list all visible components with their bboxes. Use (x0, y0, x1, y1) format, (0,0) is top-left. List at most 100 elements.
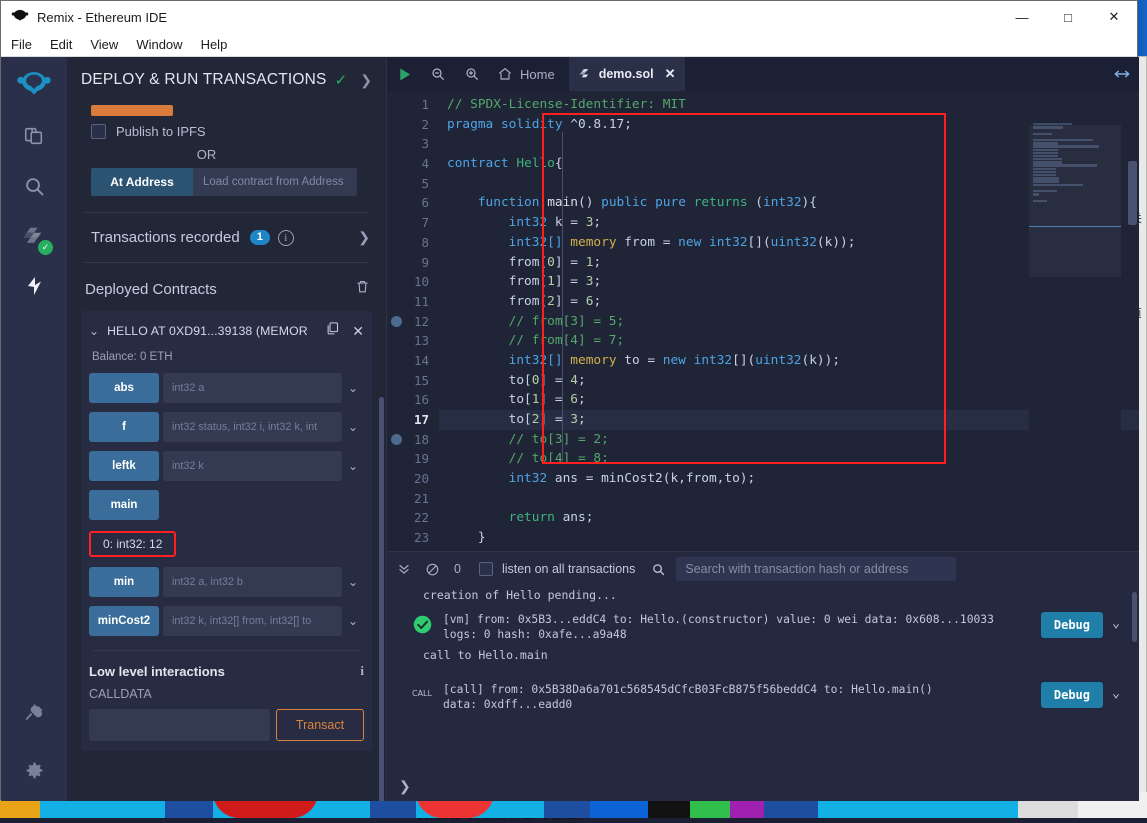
transactions-recorded-row[interactable]: Transactions recorded 1 i ❯ (67, 229, 386, 246)
function-input-abs[interactable]: int32 a (163, 373, 342, 403)
function-input-mincost2[interactable]: int32 k, int32[] from, int32[] to (163, 606, 342, 636)
plugin-manager-icon[interactable] (13, 693, 55, 735)
breakpoint-marker[interactable] (391, 434, 402, 445)
calldata-input[interactable] (89, 709, 270, 741)
line-number-gutter: 1234567891011121314151617181920212223242… (387, 91, 439, 551)
function-input-min[interactable]: int32 a, int32 b (163, 567, 342, 597)
or-separator-label: OR (67, 147, 386, 162)
function-button-main[interactable]: main (89, 490, 159, 520)
minimap-separator (1029, 226, 1121, 227)
horizontal-resize-icon[interactable] (1105, 57, 1139, 91)
solidity-compiler-icon[interactable]: ✓ (13, 215, 55, 257)
debug-button[interactable]: Debug (1041, 612, 1103, 638)
transact-button[interactable]: Transact (276, 709, 364, 741)
line-number: 20 (387, 469, 439, 489)
line-number: 23 (387, 528, 439, 548)
terminal-log: creation of Hello pending... [vm] from: … (387, 586, 1139, 771)
settings-gear-icon[interactable] (13, 749, 55, 791)
function-expand-min-icon[interactable]: ⌄ (342, 567, 364, 597)
function-expand-mincost2-icon[interactable]: ⌄ (342, 606, 364, 636)
copy-icon[interactable] (325, 321, 340, 341)
zoom-out-icon[interactable] (421, 57, 455, 91)
panel-scrollbar[interactable] (379, 397, 384, 801)
line-number: 22 (387, 508, 439, 528)
listen-all-transactions-checkbox[interactable] (479, 562, 493, 576)
terminal-prompt[interactable]: ❯ (387, 771, 1139, 801)
double-chevron-down-icon[interactable] (397, 562, 411, 576)
function-input-f[interactable]: int32 status, int32 i, int32 k, int (163, 412, 342, 442)
function-row-leftk: leftk int32 k ⌄ (89, 451, 364, 481)
remix-home-icon[interactable] (13, 65, 55, 107)
at-address-row: At Address Load contract from Address (91, 168, 357, 196)
run-play-icon[interactable] (387, 57, 421, 91)
line-number: 4 (387, 154, 439, 174)
line-number: 3 (387, 134, 439, 154)
at-address-button[interactable]: At Address (91, 168, 193, 196)
function-expand-leftk-icon[interactable]: ⌄ (342, 451, 364, 481)
maximize-button[interactable]: □ (1045, 1, 1091, 33)
function-button-mincost2[interactable]: minCost2 (89, 606, 159, 636)
low-level-interactions-header: Low level interactions i (89, 663, 364, 679)
low-level-title: Low level interactions (89, 664, 225, 679)
menu-edit[interactable]: Edit (50, 37, 72, 52)
breakpoint-marker[interactable] (391, 316, 402, 327)
publish-ipfs-label: Publish to IPFS (116, 124, 206, 139)
minimap-viewport[interactable] (1029, 125, 1121, 277)
function-expand-abs-icon[interactable]: ⌄ (342, 373, 364, 403)
deploy-run-panel: DEPLOY & RUN TRANSACTIONS ✓ ❯ Publish to… (67, 57, 387, 801)
deploy-run-icon[interactable] (13, 265, 55, 307)
function-button-f[interactable]: f (89, 412, 159, 442)
code-editor[interactable]: 1234567891011121314151617181920212223242… (387, 91, 1139, 551)
editor-scrollbar[interactable] (1128, 161, 1137, 225)
panel-header: DEPLOY & RUN TRANSACTIONS ✓ ❯ (67, 57, 386, 95)
function-row-f: f int32 status, int32 i, int32 k, int ⌄ (89, 412, 364, 442)
menu-window[interactable]: Window (136, 37, 182, 52)
line-number: 7 (387, 213, 439, 233)
contract-card-header[interactable]: ⌄ HELLO AT 0XD91...39138 (MEMOR ✕ (89, 321, 364, 341)
minimize-button[interactable]: — (999, 1, 1045, 33)
publish-ipfs-checkbox[interactable] (91, 124, 106, 139)
low-level-info-icon[interactable]: i (360, 663, 364, 679)
chevron-down-icon[interactable]: ⌄ (89, 324, 99, 338)
terminal-search-input[interactable]: Search with transaction hash or address (676, 557, 956, 581)
line-number: 11 (387, 292, 439, 312)
terminal-pending-text: creation of Hello pending... (401, 586, 1129, 604)
menu-file[interactable]: File (11, 37, 32, 52)
menu-help[interactable]: Help (201, 37, 228, 52)
solidity-file-icon (579, 67, 592, 82)
menu-view[interactable]: View (90, 37, 118, 52)
function-input-leftk[interactable]: int32 k (163, 451, 342, 481)
search-icon[interactable] (13, 165, 55, 207)
line-number: 10 (387, 272, 439, 292)
code-minimap[interactable] (1029, 91, 1121, 551)
transactions-chevron-icon[interactable]: ❯ (358, 229, 370, 246)
terminal-entry-constructor[interactable]: [vm] from: 0x5B3...eddC4 to: Hello.(cons… (401, 604, 1129, 646)
panel-expand-chevron-icon[interactable]: ❯ (360, 72, 372, 89)
close-button[interactable]: ✕ (1091, 1, 1137, 33)
debug-button[interactable]: Debug (1041, 682, 1103, 708)
search-icon[interactable] (651, 562, 666, 577)
clear-console-icon[interactable] (425, 562, 440, 577)
function-button-abs[interactable]: abs (89, 373, 159, 403)
at-address-input[interactable]: Load contract from Address (193, 168, 357, 196)
terminal-entry-expand-icon[interactable]: ⌄ (1103, 682, 1129, 701)
zoom-in-icon[interactable] (455, 57, 489, 91)
terminal-entry-expand-icon[interactable]: ⌄ (1103, 612, 1129, 631)
function-button-min[interactable]: min (89, 567, 159, 597)
terminal-scrollbar[interactable] (1132, 592, 1137, 642)
file-explorer-icon[interactable] (13, 115, 55, 157)
deploy-button-partial[interactable] (91, 105, 173, 116)
terminal-entry-call[interactable]: CALL [call] from: 0x5B38Da6a701c568545dC… (401, 664, 1129, 716)
deployed-contracts-header: Deployed Contracts (67, 279, 386, 299)
trash-icon[interactable] (355, 279, 370, 299)
function-button-leftk[interactable]: leftk (89, 451, 159, 481)
tab-close-icon[interactable]: ✕ (665, 66, 676, 82)
function-expand-f-icon[interactable]: ⌄ (342, 412, 364, 442)
publish-ipfs-row[interactable]: Publish to IPFS (67, 116, 386, 139)
info-icon[interactable]: i (278, 230, 294, 246)
close-icon[interactable]: ✕ (352, 323, 364, 340)
tab-demo-sol-label: demo.sol (599, 67, 654, 81)
tab-home[interactable]: Home (489, 57, 569, 91)
contract-title: HELLO AT 0XD91...39138 (MEMOR (107, 324, 308, 338)
tab-demo-sol[interactable]: demo.sol ✕ (569, 57, 686, 91)
